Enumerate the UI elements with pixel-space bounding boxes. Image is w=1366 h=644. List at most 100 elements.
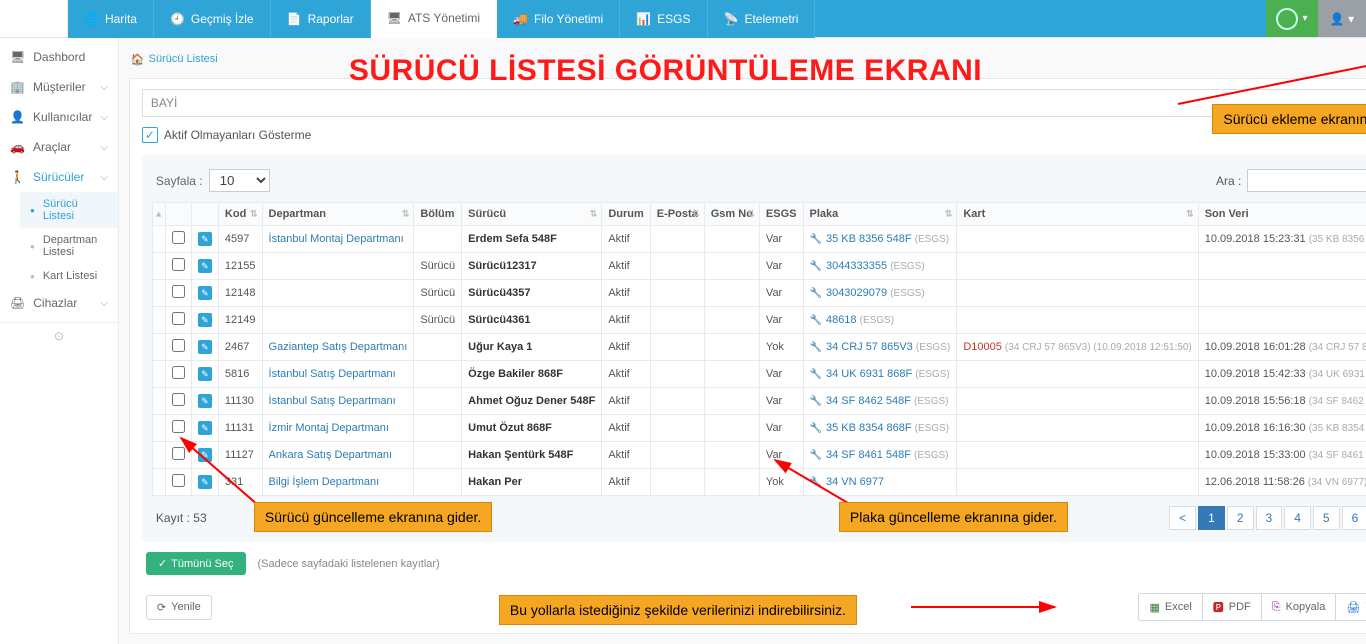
plaka-cell[interactable]: 🔧 3044333355 (ESGS) bbox=[803, 253, 957, 280]
select-all-button[interactable]: ✓ Tümünü Seç bbox=[146, 552, 246, 575]
col-esgs[interactable]: ESGS bbox=[759, 203, 803, 226]
tab-ats-yönetimi[interactable]: 🖥ATS Yönetimi bbox=[371, 0, 498, 38]
edit-cell[interactable]: ✎ bbox=[191, 226, 218, 253]
edit-cell[interactable]: ✎ bbox=[191, 361, 218, 388]
active-filter-checkbox[interactable]: ✓ bbox=[142, 127, 158, 143]
row-checkbox[interactable] bbox=[172, 285, 185, 298]
edit-icon[interactable]: ✎ bbox=[198, 367, 212, 381]
edit-cell[interactable]: ✎ bbox=[191, 469, 218, 496]
tab-harita[interactable]: 🌐Harita bbox=[68, 0, 154, 38]
tab-etelemetri[interactable]: 📡Etelemetri bbox=[708, 0, 816, 38]
page-6[interactable]: 6 bbox=[1342, 506, 1366, 530]
tab-geçmiş-i̇zle[interactable]: 🕘Geçmiş İzle bbox=[154, 0, 271, 38]
edit-icon[interactable]: ✎ bbox=[198, 421, 212, 435]
edit-icon[interactable]: ✎ bbox=[198, 286, 212, 300]
edit-cell[interactable]: ✎ bbox=[191, 307, 218, 334]
row-checkbox[interactable] bbox=[172, 393, 185, 406]
departman-cell[interactable]: Ankara Satış Departmanı bbox=[262, 442, 414, 469]
edit-icon[interactable]: ✎ bbox=[198, 232, 212, 246]
breadcrumb[interactable]: 🏠 Sürücü Listesi bbox=[131, 53, 218, 66]
page-1[interactable]: 1 bbox=[1198, 506, 1225, 530]
col-expand[interactable]: ▴ bbox=[152, 203, 165, 226]
status-indicator[interactable]: ▾ bbox=[1266, 0, 1318, 37]
dealer-select[interactable]: BAYİ ▾ bbox=[142, 89, 1366, 117]
row-checkbox[interactable] bbox=[172, 231, 185, 244]
export-print-button[interactable]: 🖨Yazdır bbox=[1335, 593, 1366, 621]
edit-icon[interactable]: ✎ bbox=[198, 259, 212, 273]
select-cell[interactable] bbox=[165, 307, 191, 334]
user-menu[interactable]: 👤 ▾ bbox=[1318, 0, 1366, 37]
col-plaka[interactable]: Plaka⇅ bbox=[803, 203, 957, 226]
row-checkbox[interactable] bbox=[172, 339, 185, 352]
select-cell[interactable] bbox=[165, 388, 191, 415]
select-cell[interactable] bbox=[165, 334, 191, 361]
export-excel-button[interactable]: ▦Excel bbox=[1138, 593, 1201, 621]
select-cell[interactable] bbox=[165, 469, 191, 496]
expand-cell[interactable] bbox=[152, 388, 165, 415]
plaka-cell[interactable]: 🔧 3043029079 (ESGS) bbox=[803, 280, 957, 307]
page-2[interactable]: 2 bbox=[1227, 506, 1254, 530]
search-input[interactable] bbox=[1247, 169, 1366, 192]
departman-cell[interactable]: Gaziantep Satış Departmanı bbox=[262, 334, 414, 361]
edit-icon[interactable]: ✎ bbox=[198, 448, 212, 462]
page-5[interactable]: 5 bbox=[1313, 506, 1340, 530]
plaka-cell[interactable]: 🔧 48618 (ESGS) bbox=[803, 307, 957, 334]
edit-cell[interactable]: ✎ bbox=[191, 334, 218, 361]
col-kod[interactable]: Kod⇅ bbox=[218, 203, 262, 226]
col-kart[interactable]: Kart⇅ bbox=[957, 203, 1198, 226]
tab-esgs[interactable]: 📊ESGS bbox=[620, 0, 707, 38]
expand-cell[interactable] bbox=[152, 307, 165, 334]
row-checkbox[interactable] bbox=[172, 312, 185, 325]
sidebar-collapse[interactable]: ⊙ bbox=[0, 322, 118, 349]
plaka-cell[interactable]: 🔧 34 SF 8462 548F (ESGS) bbox=[803, 388, 957, 415]
expand-cell[interactable] bbox=[152, 280, 165, 307]
page-<[interactable]: < bbox=[1169, 506, 1196, 530]
col-departman[interactable]: Departman⇅ bbox=[262, 203, 414, 226]
refresh-button[interactable]: ⟳ Yenile bbox=[146, 595, 212, 620]
select-cell[interactable] bbox=[165, 415, 191, 442]
col-durum[interactable]: Durum bbox=[602, 203, 650, 226]
edit-icon[interactable]: ✎ bbox=[198, 313, 212, 327]
tab-raporlar[interactable]: 📄Raporlar bbox=[271, 0, 371, 38]
sidebar-item-cihazlar[interactable]: 🖨Cihazlar⌵ bbox=[0, 288, 118, 318]
row-checkbox[interactable] bbox=[172, 447, 185, 460]
select-cell[interactable] bbox=[165, 280, 191, 307]
row-checkbox[interactable] bbox=[172, 474, 185, 487]
sidebar-item-araçlar[interactable]: 🚗Araçlar⌵ bbox=[0, 132, 118, 162]
row-checkbox[interactable] bbox=[172, 258, 185, 271]
select-cell[interactable] bbox=[165, 226, 191, 253]
col-sonveri[interactable]: Son Veri⇅ bbox=[1198, 203, 1366, 226]
plaka-cell[interactable]: 🔧 34 SF 8461 548F (ESGS) bbox=[803, 442, 957, 469]
departman-cell[interactable]: İstanbul Satış Departmanı bbox=[262, 388, 414, 415]
departman-cell[interactable]: İstanbul Montaj Departmanı bbox=[262, 226, 414, 253]
edit-cell[interactable]: ✎ bbox=[191, 253, 218, 280]
expand-cell[interactable] bbox=[152, 442, 165, 469]
departman-cell[interactable]: Bilgi İşlem Departmanı bbox=[262, 469, 414, 496]
row-checkbox[interactable] bbox=[172, 420, 185, 433]
sidebar-sub-sürücü-listesi[interactable]: ●Sürücü Listesi bbox=[20, 192, 118, 228]
sidebar-sub-kart-listesi[interactable]: ●Kart Listesi bbox=[20, 264, 118, 288]
expand-cell[interactable] bbox=[152, 334, 165, 361]
tab-filo-yönetimi[interactable]: 🚚Filo Yönetimi bbox=[497, 0, 620, 38]
page-size-select[interactable]: 10 bbox=[209, 169, 270, 192]
sidebar-item-kullanıcılar[interactable]: 👤Kullanıcılar⌵ bbox=[0, 102, 118, 132]
select-cell[interactable] bbox=[165, 442, 191, 469]
row-checkbox[interactable] bbox=[172, 366, 185, 379]
expand-cell[interactable] bbox=[152, 361, 165, 388]
col-gsm[interactable]: Gsm No⇅ bbox=[704, 203, 759, 226]
expand-cell[interactable] bbox=[152, 415, 165, 442]
edit-icon[interactable]: ✎ bbox=[198, 394, 212, 408]
expand-cell[interactable] bbox=[152, 253, 165, 280]
col-eposta[interactable]: E-Posta⇅ bbox=[650, 203, 704, 226]
expand-cell[interactable] bbox=[152, 226, 165, 253]
export-copy-button[interactable]: ⎘Kopyala bbox=[1261, 593, 1336, 621]
col-surucu[interactable]: Sürücü⇅ bbox=[462, 203, 602, 226]
edit-icon[interactable]: ✎ bbox=[198, 475, 212, 489]
sidebar-item-dashbord[interactable]: 🖥Dashbord bbox=[0, 42, 118, 72]
sidebar-sub-departman-listesi[interactable]: ●Departman Listesi bbox=[20, 228, 118, 264]
departman-cell[interactable]: İzmir Montaj Departmanı bbox=[262, 415, 414, 442]
plaka-cell[interactable]: 🔧 35 KB 8356 548F (ESGS) bbox=[803, 226, 957, 253]
plaka-cell[interactable]: 🔧 34 VN 6977 bbox=[803, 469, 957, 496]
plaka-cell[interactable]: 🔧 34 CRJ 57 865V3 (ESGS) bbox=[803, 334, 957, 361]
kart-cell[interactable]: D10005 (34 CRJ 57 865V3) (10.09.2018 12:… bbox=[957, 334, 1198, 361]
